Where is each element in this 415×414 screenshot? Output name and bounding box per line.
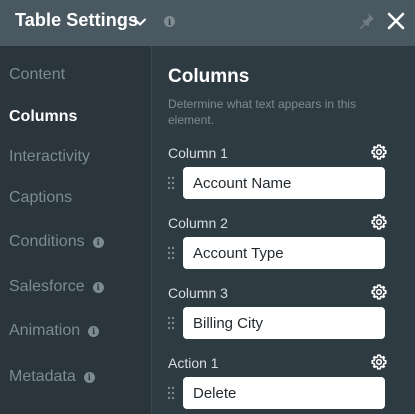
action-1-field[interactable] bbox=[183, 377, 385, 409]
settings-sidebar: Content Columns Interactivity Captions C… bbox=[0, 46, 151, 414]
section-description: Determine what text appears in this elem… bbox=[168, 97, 357, 127]
gear-icon[interactable] bbox=[371, 214, 387, 230]
info-icon[interactable]: i bbox=[92, 281, 104, 293]
column-1-field[interactable] bbox=[183, 167, 385, 199]
panel-title[interactable]: Table Settings bbox=[15, 10, 138, 31]
column-2-field[interactable] bbox=[183, 237, 385, 269]
sidebar-item-conditions[interactable]: Conditions i bbox=[9, 233, 104, 251]
column-label: Column 2 bbox=[168, 215, 228, 231]
column-label: Column 1 bbox=[168, 145, 228, 161]
sidebar-item-salesforce[interactable]: Salesforce i bbox=[9, 278, 104, 296]
sidebar-item-label: Animation bbox=[9, 322, 81, 339]
sidebar-item-label: Interactivity bbox=[9, 148, 90, 165]
sidebar-item-label: Conditions bbox=[9, 233, 85, 250]
sidebar-item-label: Captions bbox=[9, 189, 73, 206]
sidebar-item-interactivity[interactable]: Interactivity bbox=[9, 148, 90, 166]
info-icon[interactable]: i bbox=[83, 371, 95, 383]
sidebar-item-content[interactable]: Content bbox=[9, 66, 65, 84]
columns-panel: Columns Determine what text appears in t… bbox=[152, 46, 415, 414]
sidebar-item-label: Content bbox=[9, 66, 66, 83]
sidebar-item-label: Metadata bbox=[9, 368, 76, 385]
sidebar-item-animation[interactable]: Animation i bbox=[9, 322, 100, 340]
sidebar-item-columns[interactable]: Columns bbox=[9, 108, 77, 126]
pin-icon[interactable] bbox=[359, 12, 375, 30]
info-icon[interactable]: i bbox=[164, 16, 175, 27]
close-icon[interactable] bbox=[387, 12, 405, 30]
sidebar-item-label: Salesforce bbox=[9, 278, 85, 295]
drag-handle-icon[interactable] bbox=[167, 316, 175, 330]
info-icon[interactable]: i bbox=[88, 325, 100, 337]
header-bar: Table Settings i bbox=[0, 0, 415, 46]
column-label: Column 3 bbox=[168, 285, 228, 301]
chevron-down-icon[interactable] bbox=[133, 15, 147, 29]
sidebar-item-captions[interactable]: Captions bbox=[9, 189, 72, 207]
info-icon[interactable]: i bbox=[92, 236, 104, 248]
action-label: Action 1 bbox=[168, 355, 219, 371]
drag-handle-icon[interactable] bbox=[167, 176, 175, 190]
gear-icon[interactable] bbox=[371, 144, 387, 160]
column-3-field[interactable] bbox=[183, 307, 385, 339]
drag-handle-icon[interactable] bbox=[167, 386, 175, 400]
gear-icon[interactable] bbox=[371, 354, 387, 370]
sidebar-item-metadata[interactable]: Metadata i bbox=[9, 368, 95, 386]
drag-handle-icon[interactable] bbox=[167, 246, 175, 260]
sidebar-item-label: Columns bbox=[9, 108, 78, 125]
gear-icon[interactable] bbox=[371, 284, 387, 300]
section-title: Columns bbox=[168, 66, 250, 87]
